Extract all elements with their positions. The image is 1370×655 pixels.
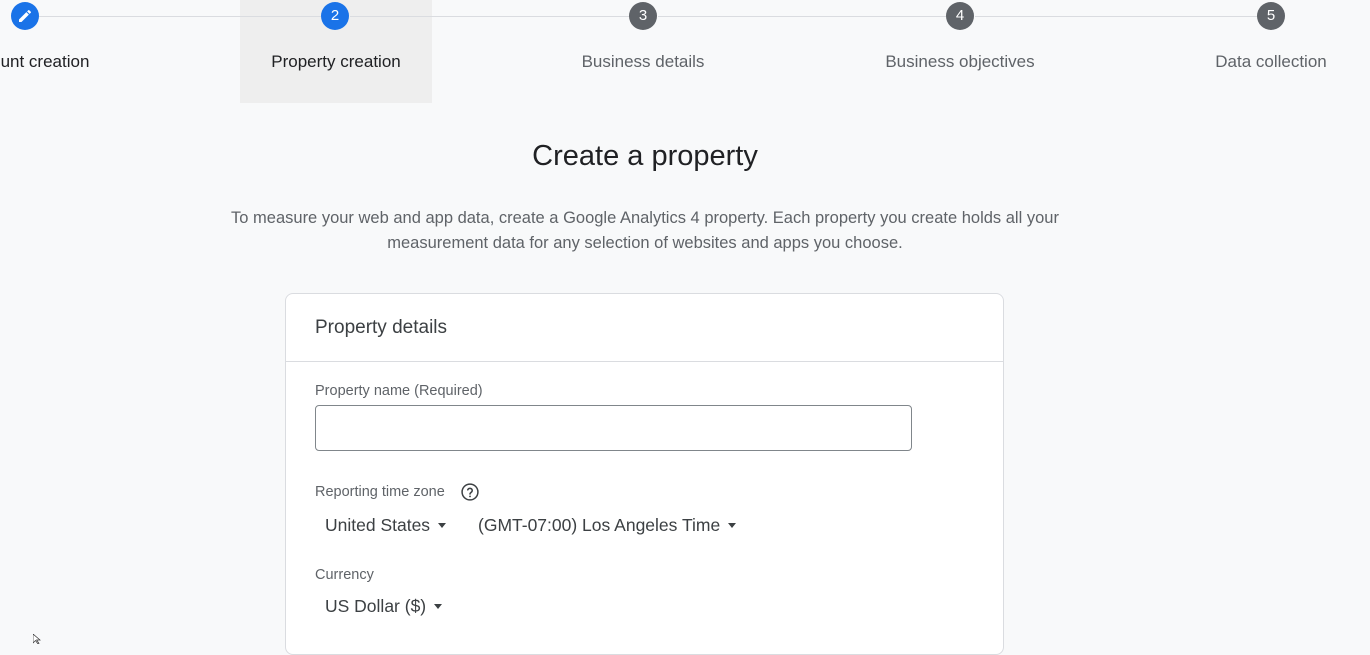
mouse-cursor-icon xyxy=(33,634,41,644)
time-zone-select[interactable]: (GMT-07:00) Los Angeles Time xyxy=(478,515,737,536)
step-1-circle[interactable] xyxy=(11,2,39,30)
step-4-label[interactable]: Business objectives xyxy=(885,52,1034,72)
setup-stepper: unt creation 2 Property creation 3 Busin… xyxy=(0,0,1370,104)
currency-select[interactable]: US Dollar ($) xyxy=(325,596,443,617)
time-zone-label: Reporting time zone xyxy=(315,484,445,500)
step-connector xyxy=(39,16,321,17)
step-5-label[interactable]: Data collection xyxy=(1215,52,1327,72)
caret-down-icon xyxy=(438,523,447,528)
pencil-icon xyxy=(19,9,32,22)
page-title: Create a property xyxy=(532,140,758,172)
step-connector xyxy=(350,16,630,17)
country-value: United States xyxy=(325,515,431,535)
property-name-label: Property name (Required) xyxy=(315,383,483,399)
description-line-1: To measure your web and app data, create… xyxy=(231,209,1059,227)
property-name-input[interactable] xyxy=(315,405,912,451)
currency-label: Currency xyxy=(315,567,374,583)
country-select[interactable]: United States xyxy=(325,515,447,536)
step-2-circle[interactable]: 2 xyxy=(321,2,349,30)
step-3-circle[interactable]: 3 xyxy=(629,2,657,30)
step-2-label[interactable]: Property creation xyxy=(271,52,400,72)
step-connector xyxy=(658,16,946,17)
card-header: Property details xyxy=(286,294,1003,362)
step-3-label[interactable]: Business details xyxy=(582,52,705,72)
currency-value: US Dollar ($) xyxy=(325,596,427,616)
property-details-card: Property details Property name (Required… xyxy=(285,293,1004,655)
caret-down-icon xyxy=(728,523,737,528)
step-5-circle[interactable]: 5 xyxy=(1257,2,1285,30)
description-line-2: measurement data for any selection of we… xyxy=(387,233,903,252)
page-description: To measure your web and app data, create… xyxy=(185,206,1105,255)
help-circle-icon[interactable] xyxy=(460,482,480,502)
step-connector xyxy=(975,16,1257,17)
caret-down-icon xyxy=(434,604,443,609)
time-zone-value: (GMT-07:00) Los Angeles Time xyxy=(478,515,721,535)
step-4-circle[interactable]: 4 xyxy=(946,2,974,30)
step-1-label[interactable]: unt creation xyxy=(1,52,90,72)
